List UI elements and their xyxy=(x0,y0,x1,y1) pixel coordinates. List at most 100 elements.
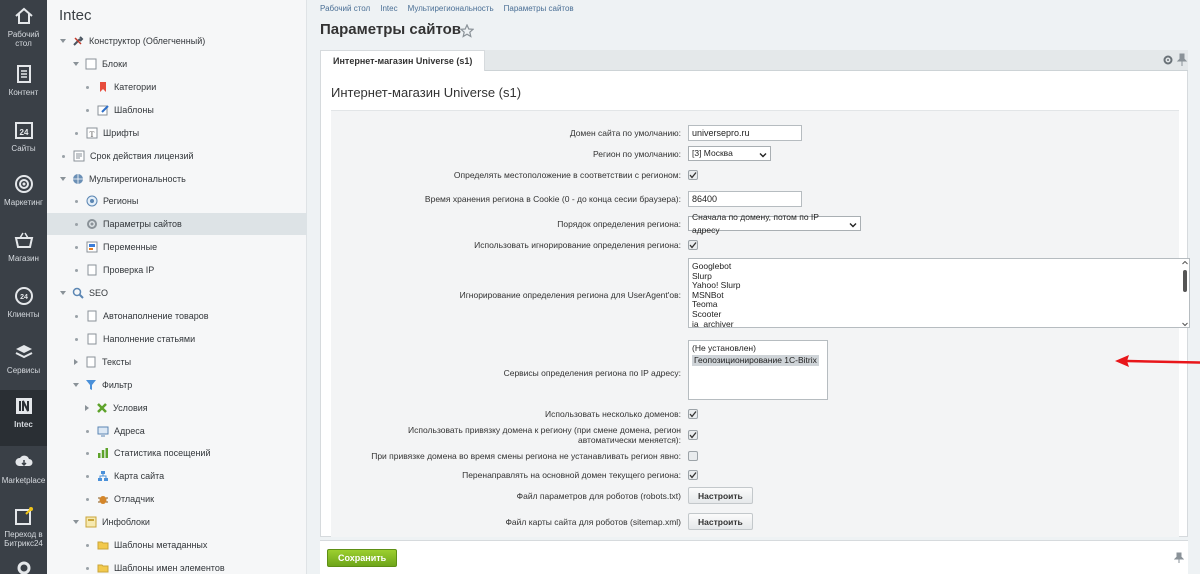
gear-icon[interactable] xyxy=(1162,54,1174,66)
rail-item-sites[interactable]: 24 Сайты xyxy=(0,114,47,170)
pin-icon[interactable] xyxy=(1176,53,1188,67)
expanded-arrow-icon[interactable] xyxy=(59,175,67,183)
multi-domains-checkbox[interactable] xyxy=(688,409,698,419)
tab-site-s1[interactable]: Интернет-магазин Universe (s1) xyxy=(320,50,486,71)
tree-item-label: Отладчик xyxy=(114,494,155,504)
tree-item-licenses[interactable]: Срок действия лицензий xyxy=(47,145,307,167)
expanded-arrow-icon[interactable] xyxy=(72,60,80,68)
tree-item-label: Переменные xyxy=(103,242,158,252)
tree-item-variables[interactable]: Переменные xyxy=(47,236,307,258)
no-set-region-checkbox[interactable] xyxy=(688,451,698,461)
tree-item-multiregion[interactable]: Мультирегиональность xyxy=(47,168,307,190)
bullet xyxy=(75,131,78,135)
tree-item-filter[interactable]: Фильтр xyxy=(47,374,307,396)
bullet xyxy=(86,429,89,433)
tools-icon xyxy=(72,35,84,47)
rail-item-clients[interactable]: 24 Клиенты xyxy=(0,280,47,336)
breadcrumb-item[interactable]: Intec xyxy=(380,4,397,13)
save-button[interactable]: Сохранить xyxy=(327,549,398,567)
user-agent-line: Slurp xyxy=(692,270,712,281)
tree-item-templates[interactable]: Шаблоны xyxy=(47,99,307,121)
collapsed-arrow-icon[interactable] xyxy=(83,404,91,412)
pin-icon[interactable] xyxy=(1173,552,1185,564)
sitemap-label: Файл карты сайта для роботов (sitemap.xm… xyxy=(505,517,681,527)
tree-item-blocks[interactable]: Блоки xyxy=(47,53,307,75)
sitemap-configure-button[interactable]: Настроить xyxy=(688,513,753,530)
ip-services-multiselect[interactable]: (Не установлен) Геопозиционирование 1С-B… xyxy=(688,340,828,400)
rail-item-settings[interactable] xyxy=(0,556,47,574)
tree-item-constructor[interactable]: Конструктор (Облегченный) xyxy=(47,30,307,52)
expanded-arrow-icon[interactable] xyxy=(59,289,67,297)
rail-item-desktop[interactable]: Рабочий стол xyxy=(0,0,47,56)
settings-card: Интернет-магазин Universe (s1) Домен сай… xyxy=(320,71,1190,537)
card-title: Интернет-магазин Universe (s1) xyxy=(331,85,522,100)
user-agent-line: ia_archiver xyxy=(692,318,734,328)
tree-item-regions[interactable]: Регионы xyxy=(47,190,307,212)
rail-item-shop[interactable]: Магазин xyxy=(0,224,47,280)
use-ignore-checkbox[interactable] xyxy=(688,240,698,250)
bullet xyxy=(62,154,65,158)
tab-bar: Интернет-магазин Universe (s1) xyxy=(320,50,1188,71)
expanded-arrow-icon[interactable] xyxy=(72,381,80,389)
tree-item-autofill-products[interactable]: Автонаполнение товаров xyxy=(47,305,307,327)
tree-item-fill-articles[interactable]: Наполнение статьями xyxy=(47,328,307,350)
redirect-checkbox[interactable] xyxy=(688,470,698,480)
breadcrumb-item[interactable]: Параметры сайтов xyxy=(504,4,574,13)
svg-text:T: T xyxy=(90,130,95,139)
breadcrumb-item[interactable]: Рабочий стол xyxy=(320,4,370,13)
tree-item-meta-templates[interactable]: Шаблоны метаданных xyxy=(47,534,307,556)
tree-item-conditions[interactable]: Условия xyxy=(47,397,307,419)
multi-domains-label: Использовать несколько доменов: xyxy=(545,409,681,419)
tree-item-sitemap[interactable]: Карта сайта xyxy=(47,465,307,487)
tree-item-label: Шрифты xyxy=(103,128,140,138)
rail-item-marketing[interactable]: Маркетинг xyxy=(0,168,47,224)
tree-item-texts[interactable]: Тексты xyxy=(47,351,307,373)
tree-item-name-templates[interactable]: Шаблоны имен элементов xyxy=(47,557,307,574)
settings-form: Домен сайта по умолчанию: universepro.ru… xyxy=(331,110,1190,537)
tree-item-ip-check[interactable]: Проверка IP xyxy=(47,259,307,281)
region-select[interactable]: [3] Москва xyxy=(688,146,771,161)
tree-item-visit-stats[interactable]: Статистика посещений xyxy=(47,442,307,464)
layers-icon xyxy=(14,342,34,362)
tree-item-debugger[interactable]: Отладчик xyxy=(47,488,307,510)
sitemap-icon xyxy=(97,470,109,482)
bullet xyxy=(86,566,89,570)
bullet xyxy=(86,543,89,547)
document-icon xyxy=(14,64,34,84)
breadcrumb-item[interactable]: Мультирегиональность xyxy=(408,4,494,13)
detect-location-checkbox[interactable] xyxy=(688,170,698,180)
rail-item-intec[interactable]: Intec xyxy=(0,390,47,446)
robots-configure-button[interactable]: Настроить xyxy=(688,487,753,504)
rail-item-bitrix24[interactable]: Переход в Битрикс24 xyxy=(0,500,47,556)
rail-item-marketplace[interactable]: Marketplace xyxy=(0,446,47,502)
domain-binding-checkbox[interactable] xyxy=(688,430,698,440)
textarea-scrollbar[interactable] xyxy=(1182,260,1188,327)
iblock-icon xyxy=(85,516,97,528)
expanded-arrow-icon[interactable] xyxy=(72,518,80,526)
collapsed-arrow-icon[interactable] xyxy=(72,358,80,366)
ip-service-option[interactable]: (Не установлен) xyxy=(692,343,824,354)
region-order-select[interactable]: Сначала по домену, потом по IP адресу xyxy=(688,212,861,235)
cookie-input[interactable]: 86400 xyxy=(688,191,802,207)
tree-item-site-params[interactable]: Параметры сайтов xyxy=(47,213,307,235)
ip-service-option-selected[interactable]: Геопозиционирование 1С-Bitrix xyxy=(692,354,819,367)
no-set-region-label: При привязке домена во время смены регио… xyxy=(371,451,681,461)
tree-item-fonts[interactable]: T Шрифты xyxy=(47,122,307,144)
tree-item-categories[interactable]: Категории xyxy=(47,76,307,98)
tree-item-label: Статистика посещений xyxy=(114,448,211,458)
rail-item-services[interactable]: Сервисы xyxy=(0,336,47,392)
tree-item-addresses[interactable]: Адреса xyxy=(47,420,307,442)
user-agents-textarea[interactable]: Googlebot Slurp Yahoo! Slurp MSNBot Teom… xyxy=(688,258,1190,328)
tree-item-seo[interactable]: SEO xyxy=(47,282,307,304)
tree-item-label: Срок действия лицензий xyxy=(90,151,194,161)
globe-icon xyxy=(72,173,84,185)
tree-item-iblocks[interactable]: Инфоблоки xyxy=(47,511,307,533)
calendar-badge: 24 xyxy=(19,128,28,137)
rail-item-content[interactable]: Контент xyxy=(0,58,47,114)
region-order-value: Сначала по домену, потом по IP адресу xyxy=(692,211,819,235)
expanded-arrow-icon[interactable] xyxy=(59,37,67,45)
font-icon: T xyxy=(86,127,98,139)
page-icon xyxy=(85,356,97,368)
domain-input[interactable]: universepro.ru xyxy=(688,125,802,141)
star-icon[interactable] xyxy=(459,23,475,38)
